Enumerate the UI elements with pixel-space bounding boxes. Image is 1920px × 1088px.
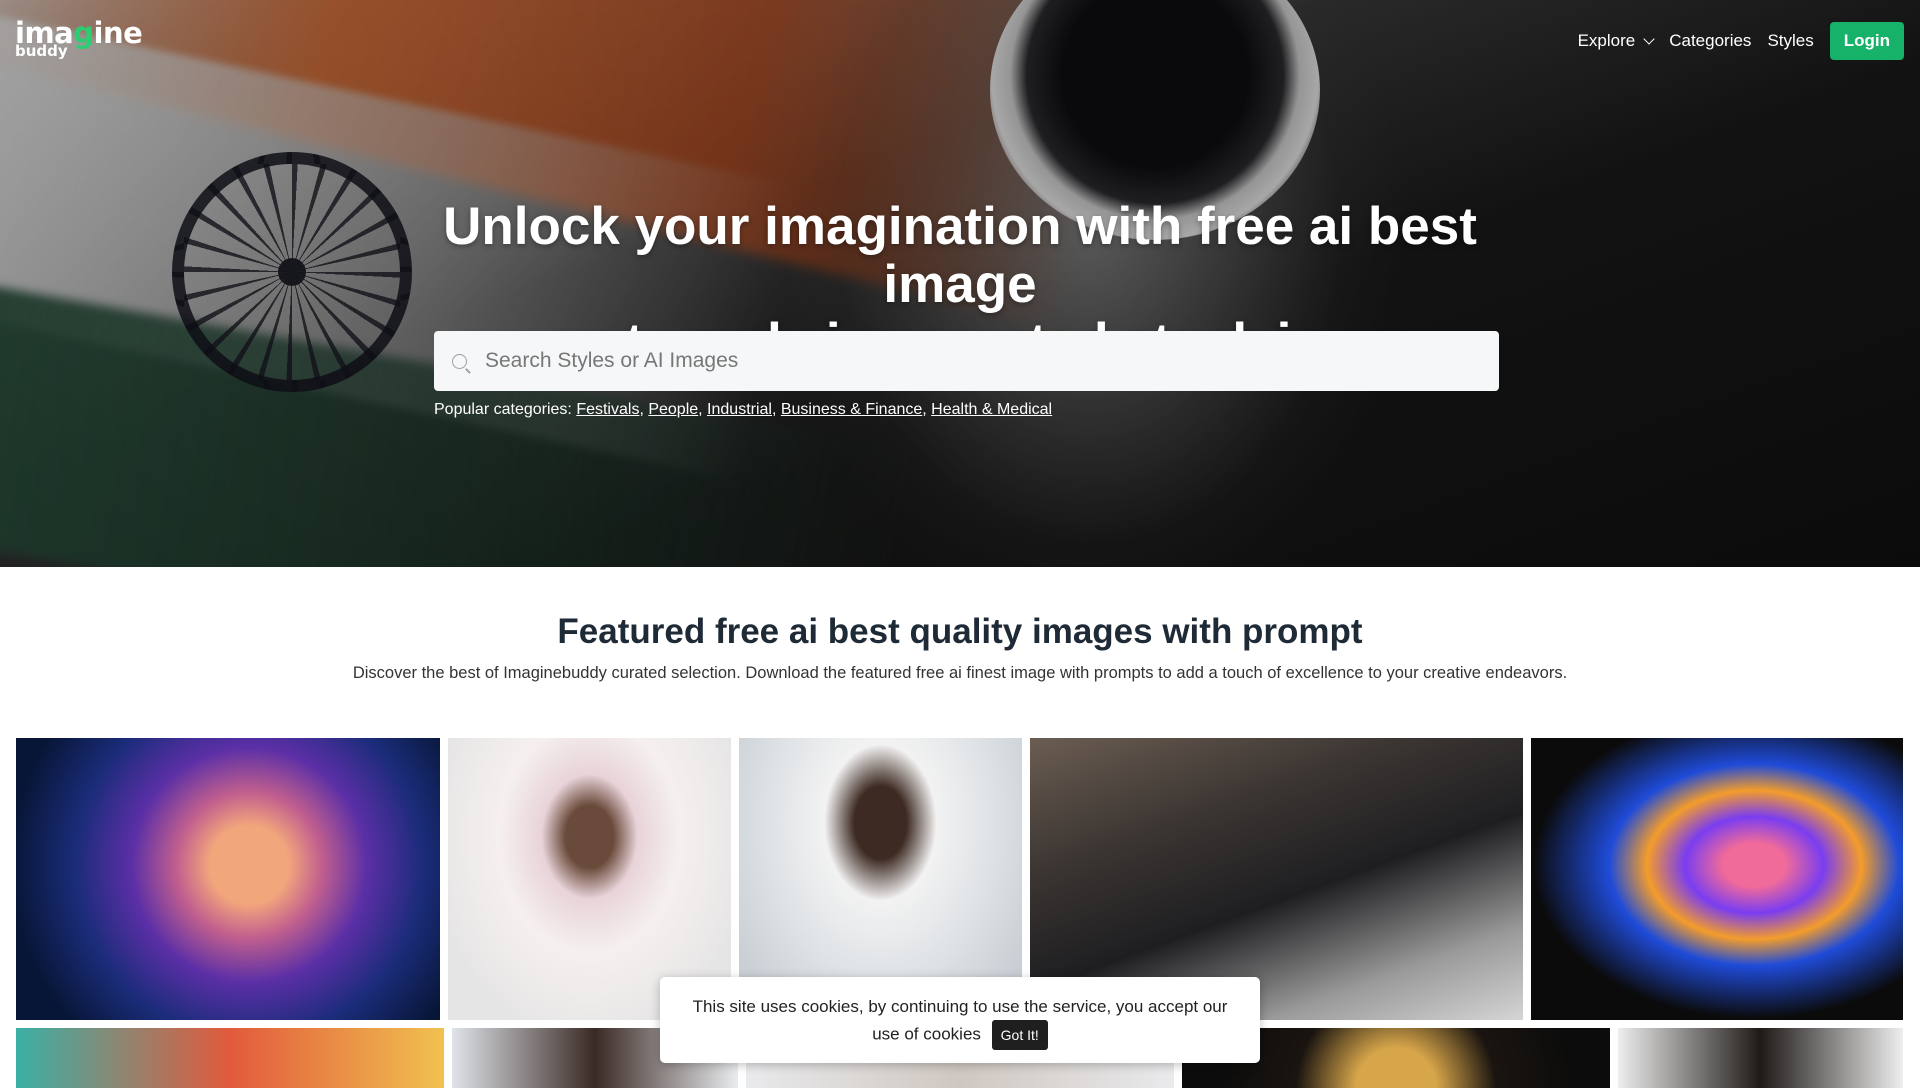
- cookie-message-line-1: This site uses cookies, by continuing to…: [692, 997, 1228, 1016]
- hero-banner: imagine buddy Explore Categories Styles …: [0, 0, 1920, 567]
- logo-mark: g: [73, 16, 94, 50]
- site-logo[interactable]: imagine buddy: [15, 16, 143, 59]
- search-input[interactable]: [485, 349, 1499, 373]
- featured-image-painted-face[interactable]: [1531, 738, 1903, 1020]
- category-link-industrial[interactable]: Industrial: [707, 401, 772, 418]
- chevron-down-icon: [1643, 32, 1655, 45]
- hero-title-line-1: Unlock your imagination with free ai bes…: [443, 197, 1477, 314]
- logo-text-end: ine: [93, 16, 143, 50]
- cookie-message-text: use of cookies: [872, 1024, 981, 1044]
- featured-title: Featured free ai best quality images wit…: [557, 612, 1363, 651]
- nav-styles[interactable]: Styles: [1767, 31, 1813, 51]
- popular-categories-label: Popular categories:: [434, 401, 572, 418]
- cookie-accept-button[interactable]: Got It!: [991, 1020, 1048, 1050]
- login-button[interactable]: Login: [1829, 22, 1904, 60]
- category-link-people[interactable]: People: [648, 401, 698, 418]
- featured-image-neon-brain-portrait[interactable]: [16, 738, 440, 1020]
- search-bar[interactable]: [434, 331, 1499, 391]
- featured-subtitle: Discover the best of Imaginebuddy curate…: [352, 664, 1568, 682]
- cookie-banner: This site uses cookies, by continuing to…: [660, 977, 1260, 1063]
- nav-explore-label: Explore: [1577, 31, 1636, 50]
- featured-image-colorful-hair[interactable]: [16, 1028, 444, 1088]
- nav-explore[interactable]: Explore: [1577, 31, 1655, 51]
- category-link-business-finance[interactable]: Business & Finance: [781, 401, 922, 418]
- top-nav: Explore Categories Styles Login: [1578, 22, 1904, 60]
- featured-image-woman-headshot[interactable]: [1618, 1028, 1903, 1088]
- search-icon[interactable]: [452, 353, 467, 369]
- popular-categories: Popular categories: Festivals, People, I…: [434, 401, 1053, 418]
- cookie-message-line-2: use of cookies Got It!: [660, 1020, 1260, 1050]
- nav-categories[interactable]: Categories: [1669, 31, 1751, 51]
- category-link-health-medical[interactable]: Health & Medical: [931, 401, 1052, 418]
- category-link-festivals[interactable]: Festivals: [576, 401, 639, 418]
